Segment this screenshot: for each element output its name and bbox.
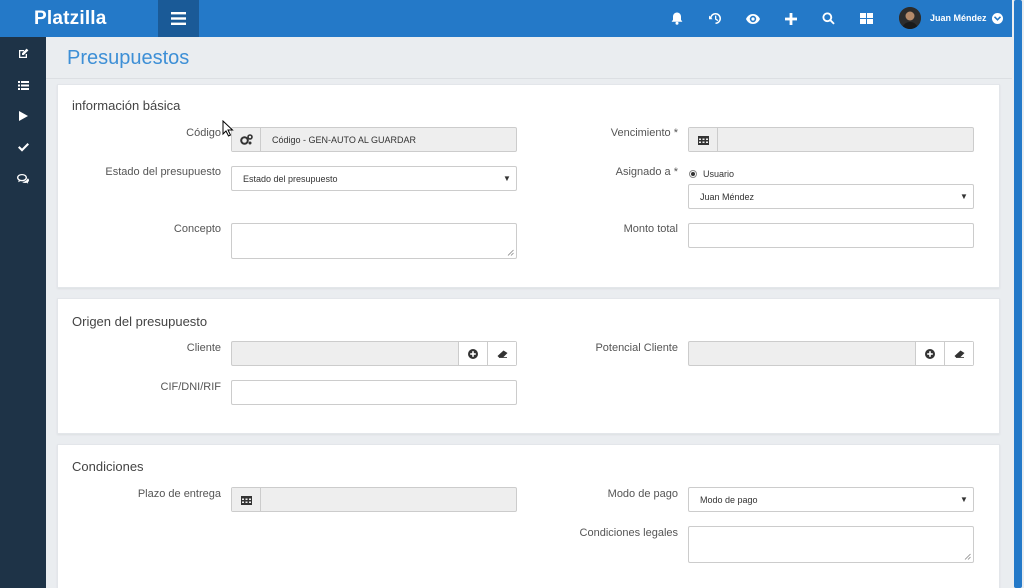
- plus-icon: [785, 12, 797, 25]
- codigo-addon: [232, 128, 261, 151]
- potencial-clear-button[interactable]: [944, 342, 973, 365]
- chevron-down-icon: [994, 16, 1001, 21]
- calendar-icon: [240, 495, 252, 505]
- search-icon: [822, 12, 835, 25]
- title-divider: [46, 78, 1012, 79]
- modo-label: Modo de pago: [607, 488, 678, 500]
- resize-grip-icon: [507, 249, 514, 256]
- sidebar-item-list[interactable]: [0, 73, 46, 97]
- plus-circle-icon: [925, 348, 935, 359]
- modo-select-value: Modo de pago: [700, 494, 758, 505]
- sidebar: [0, 37, 46, 588]
- play-icon: [18, 111, 28, 121]
- history-button[interactable]: [702, 0, 728, 37]
- plazo-field[interactable]: [231, 487, 517, 512]
- mouse-cursor-icon: [222, 120, 234, 137]
- edit-icon: [18, 48, 28, 58]
- estado-label: Estado del presupuesto: [105, 166, 221, 178]
- codigo-value: Código - GEN-AUTO AL GUARDAR: [272, 134, 417, 145]
- brand-logo[interactable]: Platzilla: [34, 0, 107, 37]
- eye-icon: [746, 13, 760, 24]
- asignado-select[interactable]: Juan Méndez ▼: [688, 184, 974, 209]
- page-title: Presupuestos: [67, 47, 190, 69]
- notifications-button[interactable]: [664, 0, 690, 37]
- modo-select[interactable]: Modo de pago ▼: [688, 487, 974, 512]
- codigo-field: Código - GEN-AUTO AL GUARDAR: [231, 127, 517, 152]
- avatar[interactable]: [899, 7, 921, 29]
- cliente-field[interactable]: [231, 341, 517, 366]
- caret-down-icon: ▼: [960, 495, 968, 504]
- cliente-add-button[interactable]: [458, 342, 487, 365]
- potencial-add-button[interactable]: [915, 342, 944, 365]
- cliente-clear-button[interactable]: [487, 342, 516, 365]
- estado-select[interactable]: Estado del presupuesto ▼: [231, 166, 517, 191]
- panel-basic-info: información básica Código Código - GEN-A…: [57, 84, 1000, 288]
- plazo-label: Plazo de entrega: [137, 488, 221, 500]
- radio-button[interactable]: [689, 170, 697, 178]
- cif-label: CIF/DNI/RIF: [160, 381, 222, 393]
- cogs-icon: [239, 134, 253, 145]
- concepto-label: Concepto: [173, 223, 221, 235]
- asignado-radio-usuario[interactable]: Usuario: [689, 169, 734, 179]
- concepto-textarea[interactable]: [231, 223, 517, 259]
- menu-toggle-button[interactable]: [158, 0, 199, 37]
- bell-icon: [671, 12, 683, 25]
- caret-down-icon: ▼: [503, 174, 511, 183]
- vencimiento-label: Vencimiento *: [610, 127, 678, 139]
- plazo-addon[interactable]: [232, 488, 261, 511]
- vencimiento-addon[interactable]: [689, 128, 718, 151]
- search-button[interactable]: [815, 0, 841, 37]
- dashboard-button[interactable]: [853, 0, 879, 37]
- user-menu-button[interactable]: [992, 13, 1003, 24]
- comments-icon: [17, 174, 29, 184]
- check-icon: [17, 142, 29, 152]
- top-navbar: Platzilla Juan Méndez: [0, 0, 1012, 37]
- eraser-icon: [497, 350, 507, 358]
- cliente-label: Cliente: [186, 342, 221, 354]
- user-avatar-icon: [899, 7, 921, 29]
- section-title-condiciones: Condiciones: [72, 459, 144, 474]
- plus-circle-icon: [468, 348, 478, 359]
- asignado-label: Asignado a *: [615, 166, 678, 178]
- radio-label: Usuario: [703, 169, 735, 179]
- asignado-select-value: Juan Méndez: [700, 191, 755, 202]
- monto-field[interactable]: [688, 223, 974, 248]
- scrollbar-thumb[interactable]: [1014, 0, 1022, 588]
- sidebar-item-check[interactable]: [0, 135, 46, 159]
- view-button[interactable]: [740, 0, 766, 37]
- sidebar-item-edit[interactable]: [0, 41, 46, 65]
- vencimiento-field[interactable]: [688, 127, 974, 152]
- resize-grip-icon: [964, 553, 971, 560]
- cif-field[interactable]: [231, 380, 517, 405]
- panel-condiciones: Condiciones Plazo de entrega Modo de pag…: [57, 444, 1000, 588]
- grid-icon: [859, 13, 873, 24]
- codigo-label: Código: [186, 127, 221, 139]
- menu-icon: [171, 12, 186, 25]
- add-button[interactable]: [778, 0, 804, 37]
- legales-textarea[interactable]: [688, 526, 974, 563]
- history-icon: [708, 13, 721, 24]
- section-title-basic: información básica: [72, 98, 181, 113]
- user-name[interactable]: Juan Méndez: [930, 0, 987, 37]
- section-title-origen: Origen del presupuesto: [72, 314, 208, 329]
- legales-label: Condiciones legales: [579, 527, 678, 539]
- potencial-field[interactable]: [688, 341, 974, 366]
- panel-origen: Origen del presupuesto Cliente CIF/DNI/R…: [57, 298, 1000, 434]
- monto-label: Monto total: [623, 223, 678, 235]
- caret-down-icon: ▼: [960, 192, 968, 201]
- estado-select-value: Estado del presupuesto: [243, 173, 338, 184]
- calendar-icon: [697, 135, 709, 145]
- list-icon: [17, 80, 29, 90]
- eraser-icon: [954, 350, 964, 358]
- potencial-label: Potencial Cliente: [595, 342, 678, 354]
- sidebar-item-play[interactable]: [0, 104, 46, 128]
- sidebar-item-comments[interactable]: [0, 167, 46, 191]
